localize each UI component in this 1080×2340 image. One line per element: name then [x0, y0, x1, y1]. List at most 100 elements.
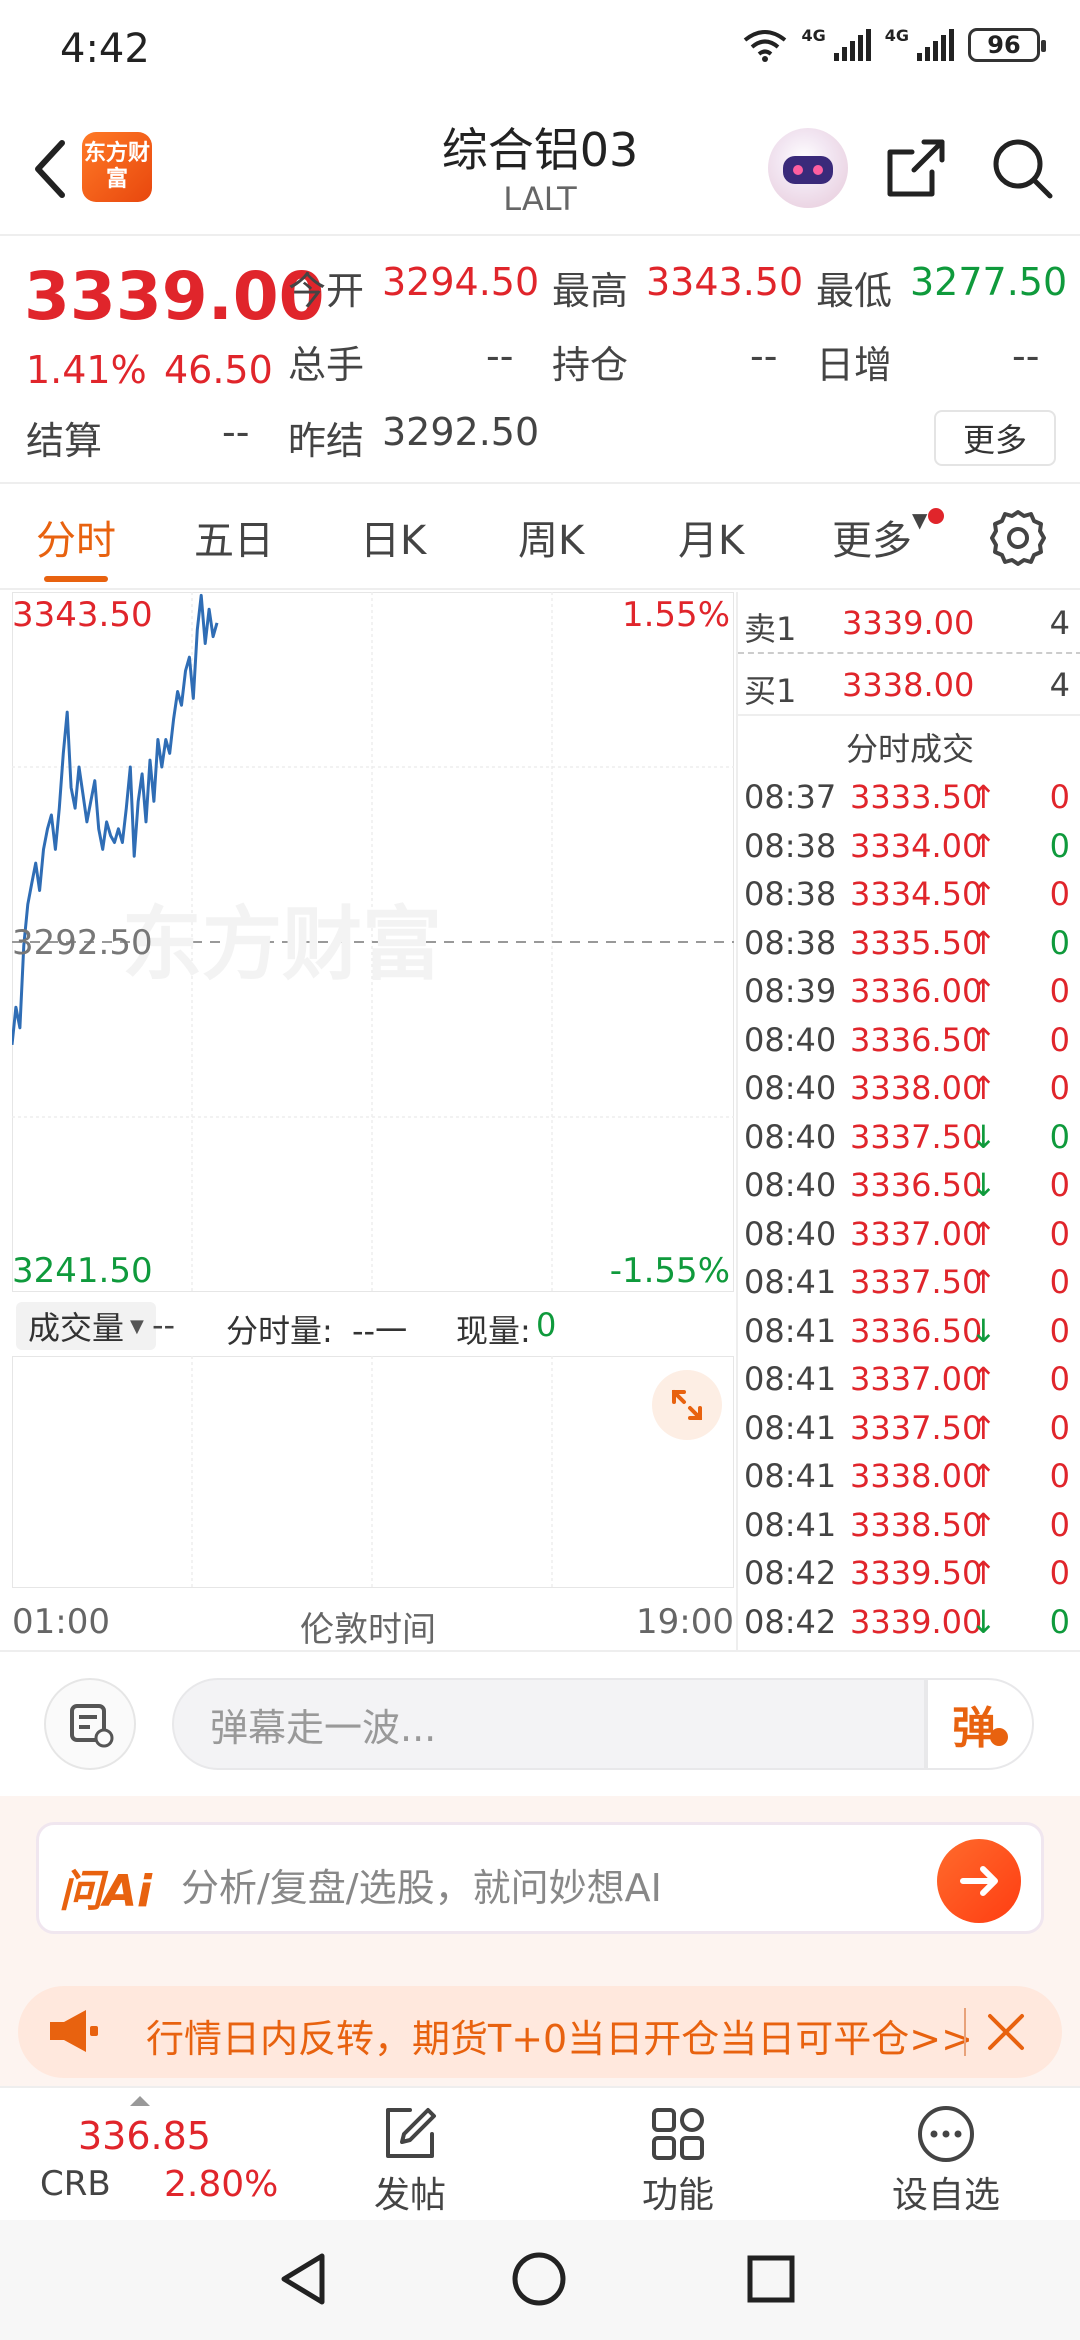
tab-more-label: 更多: [832, 518, 912, 564]
ai-ask-logo: 问Ai: [59, 1866, 153, 1917]
tick-volume: 0: [1049, 1117, 1070, 1156]
ai-assistant-button[interactable]: [768, 128, 848, 208]
post-button[interactable]: 发帖: [330, 2098, 490, 2216]
tick-volume: 0: [1049, 1505, 1070, 1544]
share-button[interactable]: [884, 136, 948, 200]
promo-banner[interactable]: 行情日内反转，期货T+0当日开仓当日可平仓>>: [18, 1986, 1062, 2078]
volume-indicator-label: 成交量: [28, 1309, 125, 1347]
last-price: 3339.00: [24, 258, 325, 335]
ai-ask-submit-button[interactable]: [937, 1839, 1021, 1923]
danmaku-list-button[interactable]: [44, 1678, 136, 1770]
volume-chart[interactable]: [12, 1356, 734, 1588]
tab-monthly-k[interactable]: 月K: [678, 508, 744, 566]
promo-close-button[interactable]: [978, 2004, 1034, 2060]
tick-row: 08:40 3338.00 ↑ 0: [738, 1069, 1080, 1117]
tick-volume: 0: [1049, 1408, 1070, 1447]
search-button[interactable]: [990, 136, 1054, 200]
back-button[interactable]: [20, 134, 80, 204]
tab-five-day[interactable]: 五日: [194, 508, 274, 566]
crb-index-price: 336.85: [78, 2114, 211, 2158]
arrow-right-icon: [960, 1866, 998, 1896]
ask-row: 卖1 3339.00 4: [738, 596, 1080, 654]
change-percent: 1.41%: [26, 348, 147, 392]
danmaku-send-button[interactable]: 弹: [926, 1678, 1034, 1770]
more-quote-button[interactable]: 更多: [934, 410, 1056, 466]
tick-row: 08:37 3333.50 ↑ 0: [738, 778, 1080, 826]
open-label: 今开: [288, 269, 365, 313]
quote-panel: 3339.00 1.41% 46.50 今开 3294.50 最高 3343.5…: [0, 238, 1080, 484]
tick-volume: 0: [1049, 1020, 1070, 1059]
chart-settings-button[interactable]: [988, 508, 1048, 568]
search-icon: [993, 139, 1053, 199]
tick-price: 3337.50: [850, 1408, 983, 1447]
crb-index-percent: 2.80%: [164, 2164, 279, 2205]
page-title: 综合铝03: [441, 123, 639, 177]
expand-chart-button[interactable]: [652, 1370, 722, 1440]
tick-price: 3338.50: [850, 1505, 983, 1544]
tick-direction-icon: ↑: [970, 778, 997, 816]
tick-time: 08:41: [744, 1311, 837, 1350]
y-axis-top-percent: 1.55%: [622, 595, 730, 635]
network-type-2: 4G: [884, 26, 909, 45]
tick-time: 08:38: [744, 826, 837, 865]
volume-indicator-select[interactable]: 成交量 ▼: [16, 1302, 156, 1350]
tick-direction-icon: ↑: [970, 1020, 997, 1059]
add-watchlist-label: 设自选: [891, 2175, 1000, 2216]
position-label: 持仓: [552, 343, 629, 387]
tab-intraday[interactable]: 分时: [36, 508, 116, 566]
prev-settle-label: 昨结: [288, 419, 365, 463]
battery-icon: 96: [968, 28, 1046, 62]
tick-time: 08:40: [744, 1166, 837, 1204]
danmaku-settings-icon: [70, 1704, 114, 1748]
tab-daily-k[interactable]: 日K: [360, 508, 426, 566]
ask-label: 卖1: [744, 610, 797, 648]
high-label: 最高: [552, 269, 629, 313]
crb-index-widget[interactable]: 336.85 CRB 2.80%: [20, 2088, 278, 2222]
bid-label: 买1: [744, 672, 797, 710]
system-recents-button[interactable]: [736, 2244, 806, 2314]
tick-direction-icon: ↑: [970, 923, 997, 962]
tick-direction-icon: ↑: [970, 1457, 997, 1495]
expand-icon: [672, 1390, 702, 1420]
tick-row: 08:42 3339.00 ↓ 0: [738, 1603, 1080, 1651]
tick-volume: 0: [1049, 826, 1070, 865]
tick-price: 3337.50: [850, 1117, 983, 1156]
tick-row: 08:41 3337.00 ↑ 0: [738, 1360, 1080, 1408]
tick-time: 08:41: [744, 1408, 837, 1447]
chart-tab-bar: 分时 五日 日K 周K 月K 更多▼: [0, 486, 1080, 590]
time-axis-end: 19:00: [636, 1602, 734, 1642]
ai-ask-section: 问Ai 分析/复盘/选股，就问妙想AI 行情日内反转，期货T+0当日开仓当日可平…: [0, 1796, 1080, 2086]
gear-icon: [990, 510, 1046, 566]
add-watchlist-button[interactable]: 设自选: [866, 2098, 1026, 2216]
tick-row: 08:38 3334.50 ↑ 0: [738, 875, 1080, 923]
ai-ask-input[interactable]: 问Ai 分析/复盘/选股，就问妙想AI: [36, 1822, 1044, 1934]
tick-price: 3339.50: [850, 1554, 983, 1592]
functions-button[interactable]: 功能: [598, 2098, 758, 2216]
intraday-volume-value: --一: [352, 1312, 408, 1350]
bottom-action-bar: 336.85 CRB 2.80% 发帖 功能 设自选: [0, 2086, 1080, 2220]
tick-time: 08:38: [744, 923, 837, 962]
system-back-button[interactable]: [270, 2244, 340, 2314]
volume-value: --: [152, 1306, 176, 1344]
system-home-button[interactable]: [504, 2244, 574, 2314]
trade-ticker-panel: 卖1 3339.00 4 买1 3338.00 4 分时成交 08:37 3333…: [736, 592, 1080, 1650]
volume-label: 总手: [288, 343, 365, 387]
grid-apps-icon: [652, 2108, 704, 2160]
tick-row: 08:39 3336.00 ↑ 0: [738, 972, 1080, 1020]
tick-time: 08:41: [744, 1457, 837, 1495]
tick-time: 08:40: [744, 1020, 837, 1059]
tick-direction-icon: ↑: [970, 1408, 997, 1447]
tick-volume: 0: [1049, 1069, 1070, 1107]
promo-divider: [964, 2008, 966, 2056]
position-value: --: [750, 334, 778, 378]
change-amount: 46.50: [164, 348, 273, 392]
y-axis-bottom-label: 3241.50: [12, 1251, 153, 1291]
tick-price: 3334.00: [850, 826, 983, 865]
robot-icon: [783, 156, 833, 184]
tick-price: 3336.50: [850, 1311, 983, 1350]
bid-quantity: 4: [1049, 666, 1070, 704]
tab-more[interactable]: 更多▼: [832, 508, 927, 566]
tab-weekly-k[interactable]: 周K: [518, 508, 584, 566]
danmaku-input[interactable]: 弹幕走一波...: [172, 1678, 926, 1770]
intraday-price-chart[interactable]: 东方财富 3343.50 1.55% 3292.50 3241.50 -1.55…: [12, 592, 734, 1292]
